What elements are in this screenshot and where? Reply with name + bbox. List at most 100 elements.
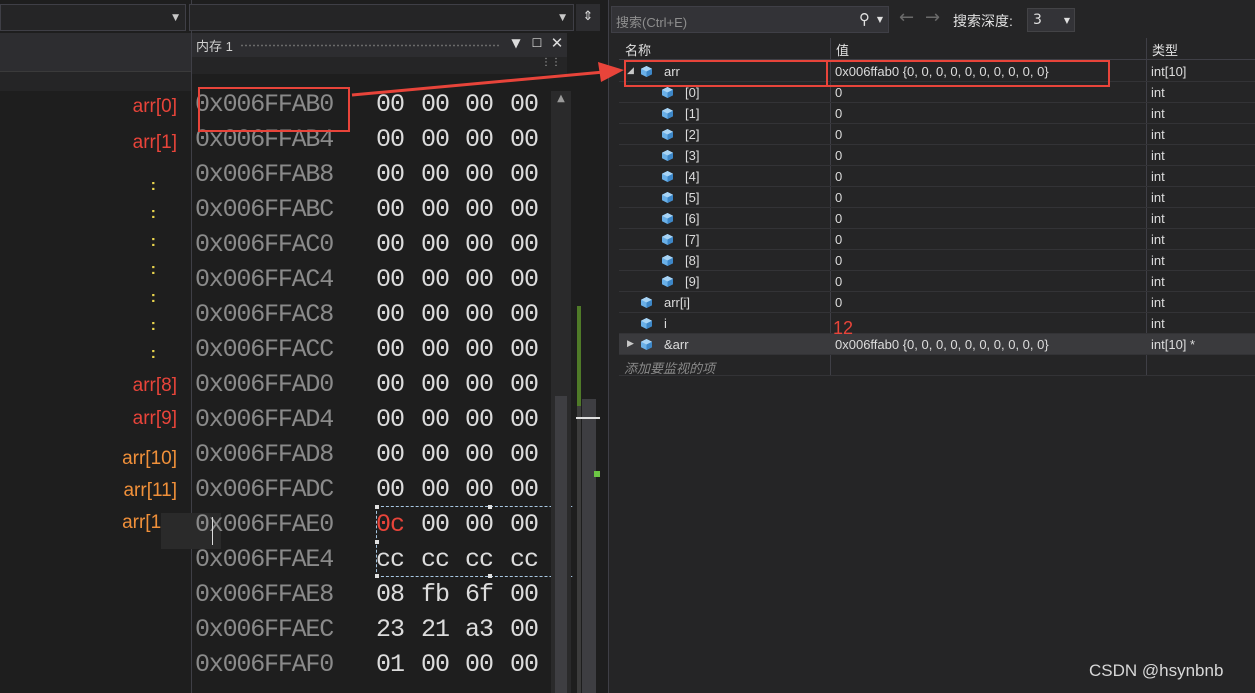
- watch-value[interactable]: 0x006ffab0 {0, 0, 0, 0, 0, 0, 0, 0, 0, 0…: [835, 337, 1049, 352]
- memory-row[interactable]: 0x006FFAD4 00 00 00 00: [191, 403, 551, 438]
- watch-name[interactable]: arr[i]: [664, 295, 690, 310]
- memory-byte[interactable]: 00: [376, 300, 405, 329]
- memory-byte[interactable]: 00: [510, 405, 539, 434]
- watch-name[interactable]: [9]: [685, 274, 699, 289]
- chevron-down-icon[interactable]: ▼: [877, 15, 883, 24]
- column-header-name[interactable]: 名称: [625, 40, 651, 59]
- add-watch-placeholder[interactable]: 添加要监视的项: [624, 358, 715, 377]
- memory-byte[interactable]: 00: [421, 335, 450, 364]
- expand-icon[interactable]: ▶: [627, 338, 634, 349]
- watch-row[interactable]: [2] 0 int: [619, 124, 1255, 145]
- watch-name[interactable]: [5]: [685, 190, 699, 205]
- memory-byte[interactable]: 00: [421, 300, 450, 329]
- memory-byte[interactable]: 6f: [465, 580, 494, 609]
- memory-byte[interactable]: a3: [465, 615, 494, 644]
- memory-byte[interactable]: 00: [510, 650, 539, 679]
- watch-row[interactable]: [3] 0 int: [619, 145, 1255, 166]
- memory-byte[interactable]: 00: [421, 230, 450, 259]
- memory-byte[interactable]: 00: [421, 160, 450, 189]
- memory-byte[interactable]: 00: [465, 125, 494, 154]
- memory-byte[interactable]: 00: [376, 195, 405, 224]
- watch-value[interactable]: 0: [835, 295, 842, 310]
- memory-row[interactable]: 0x006FFACC 00 00 00 00: [191, 333, 551, 368]
- member-dropdown[interactable]: ▼: [189, 4, 574, 31]
- scroll-up-icon[interactable]: ▲: [551, 93, 571, 104]
- watch-row[interactable]: [4] 0 int: [619, 166, 1255, 187]
- watch-row[interactable]: i int: [619, 313, 1255, 334]
- memory-byte[interactable]: 00: [465, 335, 494, 364]
- memory-row[interactable]: 0x006FFAE8 08 fb 6f 00: [191, 578, 551, 613]
- watch-row[interactable]: [9] 0 int: [619, 271, 1255, 292]
- memory-byte[interactable]: 00: [465, 230, 494, 259]
- watch-name[interactable]: [6]: [685, 211, 699, 226]
- memory-byte[interactable]: 00: [376, 440, 405, 469]
- search-icon[interactable]: ⚲: [859, 10, 870, 28]
- watch-name[interactable]: [2]: [685, 127, 699, 142]
- memory-byte[interactable]: 00: [421, 440, 450, 469]
- memory-row[interactable]: 0x006FFAF0 01 00 00 00: [191, 648, 551, 683]
- watch-search-box[interactable]: 搜索(Ctrl+E) ⚲ ▼: [611, 6, 889, 33]
- memory-byte[interactable]: 00: [510, 440, 539, 469]
- watch-row[interactable]: [6] 0 int: [619, 208, 1255, 229]
- memory-byte[interactable]: 00: [376, 370, 405, 399]
- memory-byte[interactable]: 00: [376, 90, 405, 119]
- watch-value[interactable]: 0: [835, 253, 842, 268]
- editor-overview-ruler[interactable]: [574, 91, 604, 693]
- forward-arrow-icon[interactable]: →: [925, 7, 940, 28]
- memory-row[interactable]: 0x006FFAC8 00 00 00 00: [191, 298, 551, 333]
- memory-byte[interactable]: 00: [510, 230, 539, 259]
- back-arrow-icon[interactable]: ←: [899, 7, 914, 28]
- watch-value[interactable]: 0: [835, 274, 842, 289]
- watch-row[interactable]: [8] 0 int: [619, 250, 1255, 271]
- watch-value[interactable]: 0: [835, 106, 842, 121]
- memory-row[interactable]: 0x006FFAC4 00 00 00 00: [191, 263, 551, 298]
- maximize-icon[interactable]: ☐: [529, 36, 545, 50]
- memory-byte[interactable]: 00: [465, 265, 494, 294]
- selection-handle[interactable]: [375, 574, 379, 578]
- memory-byte[interactable]: 00: [465, 475, 494, 504]
- memory-byte[interactable]: fb: [421, 580, 450, 609]
- scope-dropdown[interactable]: ▼: [0, 4, 186, 31]
- memory-byte[interactable]: 21: [421, 615, 450, 644]
- memory-byte[interactable]: 00: [510, 335, 539, 364]
- watch-name[interactable]: [1]: [685, 106, 699, 121]
- memory-byte[interactable]: 00: [510, 475, 539, 504]
- watch-value[interactable]: 0: [835, 232, 842, 247]
- memory-byte[interactable]: 00: [510, 370, 539, 399]
- watch-row[interactable]: [1] 0 int: [619, 103, 1255, 124]
- window-menu-icon[interactable]: ▼: [508, 36, 524, 50]
- memory-byte[interactable]: 00: [510, 300, 539, 329]
- memory-row[interactable]: 0x006FFAEC 23 21 a3 00: [191, 613, 551, 648]
- watch-row[interactable]: [7] 0 int: [619, 229, 1255, 250]
- watch-value[interactable]: 0: [835, 85, 842, 100]
- memory-byte[interactable]: 01: [376, 650, 405, 679]
- memory-scrollbar[interactable]: ▲: [551, 91, 571, 693]
- memory-byte[interactable]: 00: [465, 90, 494, 119]
- memory-byte[interactable]: 00: [465, 440, 494, 469]
- column-header-type[interactable]: 类型: [1152, 40, 1178, 59]
- memory-row[interactable]: 0x006FFAD8 00 00 00 00: [191, 438, 551, 473]
- memory-byte[interactable]: 00: [376, 405, 405, 434]
- watch-row[interactable]: [5] 0 int: [619, 187, 1255, 208]
- memory-byte[interactable]: 00: [510, 615, 539, 644]
- memory-byte[interactable]: 00: [510, 90, 539, 119]
- memory-byte[interactable]: 23: [376, 615, 405, 644]
- memory-byte[interactable]: 00: [376, 335, 405, 364]
- memory-row[interactable]: 0x006FFADC 00 00 00 00: [191, 473, 551, 508]
- watch-row[interactable]: arr[i] 0 int: [619, 292, 1255, 313]
- memory-byte[interactable]: 00: [421, 195, 450, 224]
- watch-name[interactable]: [7]: [685, 232, 699, 247]
- watch-row[interactable]: ▶ &arr 0x006ffab0 {0, 0, 0, 0, 0, 0, 0, 0,…: [619, 334, 1255, 355]
- selection-handle[interactable]: [488, 574, 492, 578]
- scrollbar-thumb[interactable]: [582, 399, 596, 693]
- watch-name[interactable]: [3]: [685, 148, 699, 163]
- watch-value[interactable]: 0: [835, 211, 842, 226]
- memory-byte[interactable]: 00: [465, 405, 494, 434]
- memory-row[interactable]: 0x006FFAB8 00 00 00 00: [191, 158, 551, 193]
- split-window-icon[interactable]: ⇕: [576, 4, 600, 31]
- memory-byte[interactable]: 00: [376, 160, 405, 189]
- memory-row[interactable]: 0x006FFAC0 00 00 00 00: [191, 228, 551, 263]
- memory-byte[interactable]: 00: [510, 160, 539, 189]
- watch-value[interactable]: 0: [835, 127, 842, 142]
- toolbar-overflow-icon[interactable]: ⋮⋮: [541, 57, 561, 68]
